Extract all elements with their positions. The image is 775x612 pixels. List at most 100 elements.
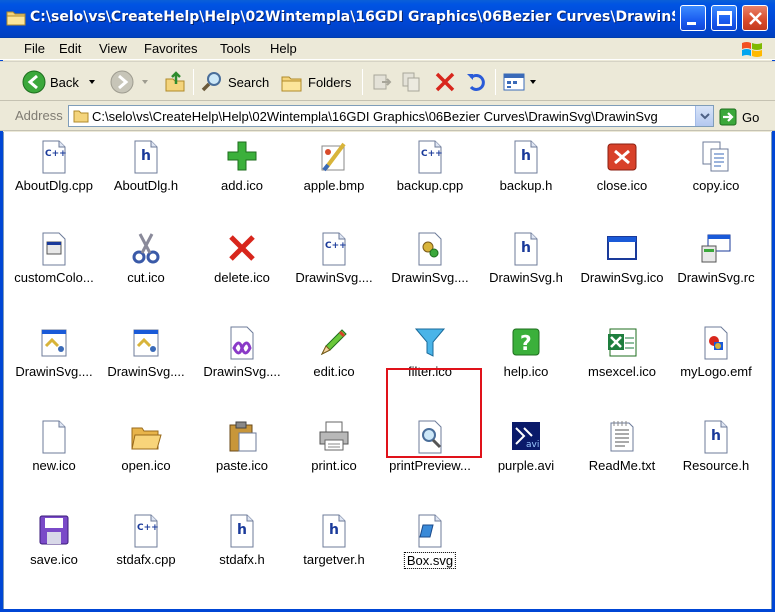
file-name: DrawinSvg.ico: [580, 270, 664, 285]
file-name: help.ico: [503, 364, 549, 379]
text-file-icon: [610, 421, 634, 452]
file-item[interactable]: add.ico: [196, 136, 288, 206]
file-item[interactable]: close.ico: [576, 136, 668, 206]
file-item[interactable]: customColo...: [8, 228, 100, 298]
h-file-icon: h: [514, 232, 538, 266]
file-item[interactable]: C++ backup.cpp: [384, 136, 476, 206]
chevron-down-icon[interactable]: [87, 77, 97, 87]
svg-file-icon: [418, 514, 442, 548]
minimize-button[interactable]: [680, 5, 706, 31]
menu-help[interactable]: Help: [270, 41, 297, 56]
file-item[interactable]: DrawinSvg....: [100, 322, 192, 392]
views-button[interactable]: [502, 67, 538, 97]
file-item[interactable]: C++ stdafx.cpp: [100, 510, 192, 580]
svg-text:h: h: [711, 428, 721, 444]
file-item[interactable]: ? help.ico: [480, 322, 572, 392]
menu-tools[interactable]: Tools: [220, 41, 250, 56]
h-file-icon: h: [230, 514, 254, 548]
move-to-button[interactable]: [370, 67, 394, 97]
views-icon: [503, 73, 525, 91]
cpp-file-icon: C++: [322, 232, 347, 266]
chevron-down-icon[interactable]: [140, 77, 150, 87]
file-name: myLogo.emf: [680, 364, 752, 379]
file-item[interactable]: DrawinSvg.rc: [670, 228, 762, 298]
file-item[interactable]: msexcel.ico: [576, 322, 668, 392]
file-name: paste.ico: [215, 458, 269, 473]
undo-button[interactable]: [465, 67, 489, 97]
up-folder-button[interactable]: [163, 67, 187, 97]
green-plus-icon: [227, 141, 257, 171]
dialog-file-icon: [42, 232, 66, 266]
maximize-button[interactable]: [711, 5, 737, 31]
settings-file-icon: [418, 232, 442, 266]
forward-button[interactable]: [110, 67, 150, 97]
file-item[interactable]: ReadMe.txt: [576, 416, 668, 486]
file-item[interactable]: DrawinSvg....: [384, 228, 476, 298]
copy-to-button[interactable]: [400, 67, 424, 97]
file-item[interactable]: apple.bmp: [288, 136, 380, 206]
file-item[interactable]: h stdafx.h: [196, 510, 288, 580]
search-button[interactable]: Search: [200, 67, 269, 97]
file-item[interactable]: DrawinSvg....: [196, 322, 288, 392]
file-item[interactable]: delete.ico: [196, 228, 288, 298]
folders-button[interactable]: Folders: [280, 67, 351, 97]
up-folder-icon: [165, 71, 185, 92]
menu-file[interactable]: File: [24, 41, 45, 56]
undo-icon: [467, 74, 485, 91]
file-name: close.ico: [596, 178, 648, 193]
file-item[interactable]: copy.ico: [670, 136, 762, 206]
file-item[interactable]: Box.svg: [384, 510, 476, 580]
file-item[interactable]: h DrawinSvg.h: [480, 228, 572, 298]
toolbar-separator: [362, 69, 363, 95]
file-item[interactable]: h AboutDlg.h: [100, 136, 192, 206]
file-item[interactable]: paste.ico: [196, 416, 288, 486]
file-name: DrawinSvg....: [391, 270, 469, 285]
svg-text:C++: C++: [137, 523, 159, 533]
svg-text:C++: C++: [325, 241, 347, 251]
file-item[interactable]: h Resource.h: [670, 416, 762, 486]
address-input[interactable]: C:\selo\vs\CreateHelp\Help\02Wintempla\1…: [68, 105, 714, 127]
close-button[interactable]: [742, 5, 768, 31]
title-bar[interactable]: C:\selo\vs\CreateHelp\Help\02Wintempla\1…: [0, 0, 775, 38]
scissors-icon: [132, 233, 160, 264]
file-item[interactable]: save.ico: [8, 510, 100, 580]
file-name: DrawinSvg....: [295, 270, 373, 285]
address-label: Address: [15, 108, 63, 123]
project-file-icon: [133, 329, 159, 357]
window-frame-icon: [607, 236, 637, 260]
file-name: backup.h: [499, 178, 553, 193]
file-item[interactable]: DrawinSvg.ico: [576, 228, 668, 298]
file-item[interactable]: avi purple.avi: [480, 416, 572, 486]
file-item[interactable]: open.ico: [100, 416, 192, 486]
h-file-icon: h: [514, 140, 538, 174]
file-item[interactable]: h targetver.h: [288, 510, 380, 580]
file-item[interactable]: C++ AboutDlg.cpp: [8, 136, 100, 206]
floppy-disk-icon: [39, 515, 69, 545]
back-button[interactable]: Back: [22, 67, 97, 97]
file-item[interactable]: C++ DrawinSvg....: [288, 228, 380, 298]
file-item[interactable]: DrawinSvg....: [8, 322, 100, 392]
excel-icon: [608, 328, 637, 357]
menu-edit[interactable]: Edit: [59, 41, 81, 56]
file-item[interactable]: print.ico: [288, 416, 380, 486]
delete-button[interactable]: [433, 67, 457, 97]
go-label: Go: [742, 109, 760, 125]
file-item[interactable]: edit.ico: [288, 322, 380, 392]
menu-favorites[interactable]: Favorites: [144, 41, 197, 56]
close-icon: [749, 12, 762, 25]
file-item[interactable]: h backup.h: [480, 136, 572, 206]
file-name: Box.svg: [403, 552, 457, 569]
file-item[interactable]: new.ico: [8, 416, 100, 486]
folders-label: Folders: [308, 74, 352, 90]
chevron-down-icon[interactable]: [528, 77, 538, 87]
file-item[interactable]: cut.ico: [100, 228, 192, 298]
menu-view[interactable]: View: [99, 41, 127, 56]
file-name: purple.avi: [497, 458, 555, 473]
paint-bitmap-icon: [321, 142, 346, 172]
file-name: stdafx.cpp: [116, 552, 176, 567]
file-name: DrawinSvg....: [203, 364, 281, 379]
chevron-down-icon: [700, 113, 710, 120]
go-button[interactable]: Go: [719, 107, 759, 127]
file-item[interactable]: myLogo.emf: [670, 322, 762, 392]
address-dropdown-button[interactable]: [695, 106, 713, 126]
